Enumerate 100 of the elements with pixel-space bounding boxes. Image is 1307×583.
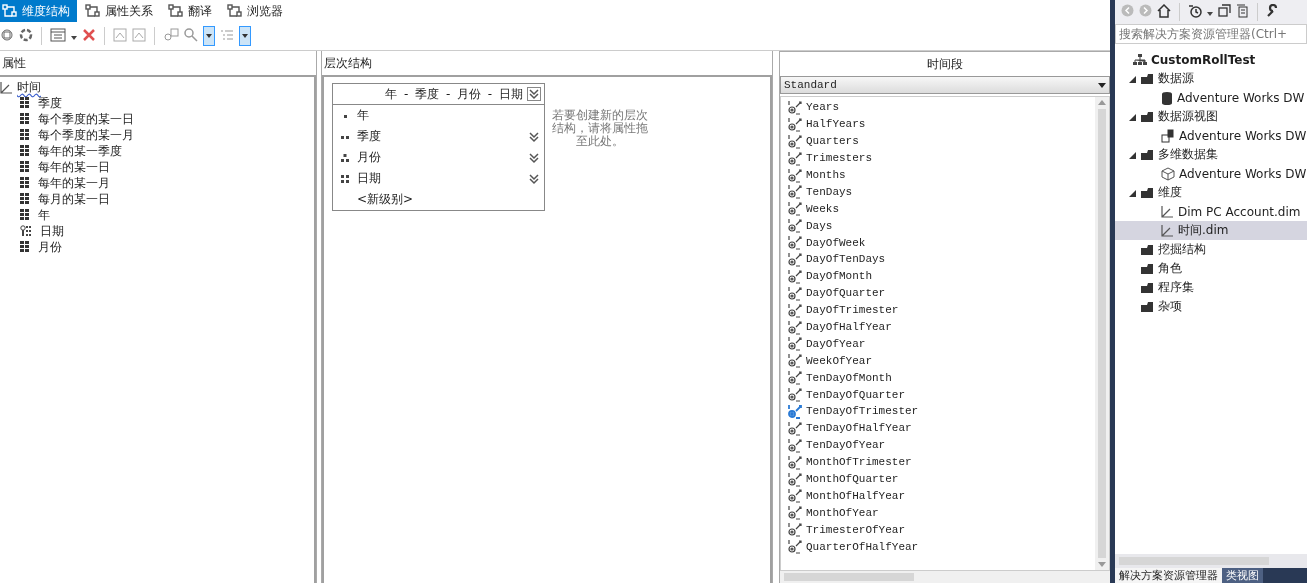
time-period-item[interactable]: TenDayOfMonth (787, 369, 1095, 387)
time-period-item[interactable]: MonthOfYear (787, 504, 1095, 522)
table-view-icon (1161, 128, 1175, 143)
expanded-arrow-icon[interactable] (1129, 113, 1136, 121)
dropdown-button[interactable] (203, 26, 215, 46)
time-period-item[interactable]: MonthOfHalfYear (787, 487, 1095, 505)
tree-item[interactable]: 时间.dim (1115, 221, 1307, 240)
attribute-item[interactable]: 每年的某一季度 (0, 143, 314, 159)
collapse-icon (1218, 4, 1231, 17)
tree-item[interactable]: Adventure Works DW (1115, 126, 1307, 145)
level-item[interactable]: 月份 (333, 147, 544, 168)
time-period-item[interactable]: Years (787, 99, 1095, 116)
folder-icon (1140, 281, 1154, 294)
caret-icon (1207, 12, 1213, 16)
time-period-item[interactable]: TenDayOfYear (787, 436, 1095, 454)
expanded-arrow-icon[interactable] (1129, 189, 1136, 197)
dropdown-button[interactable] (239, 26, 251, 46)
time-period-item[interactable]: QuarterOfHalfYear (787, 538, 1095, 556)
designer-tab[interactable]: 属性关系 (83, 0, 160, 22)
collapse-button[interactable] (527, 87, 541, 101)
zoom-icon (184, 27, 198, 42)
level-dots-icon (341, 174, 349, 183)
time-period-item[interactable]: TenDayOfQuarter (787, 386, 1095, 404)
dimension-icon (1161, 205, 1174, 218)
level-item[interactable]: 季度 (333, 126, 544, 147)
calendar-dropdown[interactable]: Standard (780, 76, 1110, 94)
find-icon (163, 27, 179, 42)
tree-item[interactable]: 多维数据集 (1115, 145, 1307, 164)
tree-item[interactable]: CustomRollTest (1115, 50, 1307, 69)
attribute-item[interactable]: 日期 (0, 223, 314, 239)
pane-title: 属性 (2, 54, 26, 72)
attribute-icon (20, 177, 30, 189)
time-period-item[interactable]: DayOfWeek (787, 234, 1095, 251)
time-period-item[interactable]: Quarters (787, 132, 1095, 150)
designer-tab[interactable]: 浏览器 (225, 0, 290, 22)
time-period-item[interactable]: TenDayOfTrimester (787, 403, 1095, 420)
time-period-item[interactable]: MonthOfQuarter (787, 470, 1095, 488)
tree-item[interactable]: Adventure Works DW (1115, 88, 1307, 107)
time-period-item[interactable]: Weeks (787, 200, 1095, 218)
time-period-item[interactable]: DayOfMonth (787, 267, 1095, 285)
tree-item[interactable]: 维度 (1115, 183, 1307, 202)
expanded-arrow-icon[interactable] (1129, 151, 1136, 159)
panel-tab[interactable]: 解决方案资源管理器 (1115, 568, 1222, 583)
double-chevron-icon (528, 130, 540, 143)
attribute-item[interactable]: 每年的某一月 (0, 175, 314, 191)
attribute-item[interactable]: 每个季度的某一月 (0, 127, 314, 143)
expanded-arrow-icon[interactable] (1129, 75, 1136, 83)
time-period-item[interactable]: DayOfTenDays (787, 251, 1095, 268)
attribute-item[interactable]: 年 (0, 207, 314, 223)
folder-icon (1140, 186, 1154, 199)
time-period-item[interactable]: WeekOfYear (787, 352, 1095, 370)
attribute-item[interactable]: 每个季度的某一日 (0, 111, 314, 127)
tree-item[interactable]: Dim PC Account.dim (1115, 202, 1307, 221)
tree-item[interactable]: 数据源 (1115, 69, 1307, 88)
search-field[interactable]: 搜索解决方案资源管理器(Ctrl+ (1115, 24, 1307, 44)
level-dots-icon (341, 153, 349, 162)
panel-tab[interactable]: 类视图 (1222, 568, 1263, 583)
horizontal-scrollbar[interactable] (780, 571, 1110, 583)
double-chevron-icon (528, 151, 540, 164)
tree-item[interactable]: 数据源视图 (1115, 107, 1307, 126)
attribute-item[interactable]: 月份 (0, 239, 314, 255)
new-level-item[interactable]: <新级别> (357, 191, 414, 208)
time-period-item[interactable]: Months (787, 166, 1095, 184)
attribute-item[interactable]: 每年的某一日 (0, 159, 314, 175)
diagram-icon (168, 4, 184, 18)
time-period-item[interactable]: DayOfQuarter (787, 284, 1095, 302)
time-period-item[interactable]: TrimesterOfYear (787, 521, 1095, 539)
time-period-item[interactable]: TenDays (787, 183, 1095, 201)
attribute-icon (20, 161, 30, 173)
attribute-item[interactable]: 每月的某一日 (0, 191, 314, 207)
level-item[interactable]: 年 (333, 105, 544, 126)
caret-icon (1098, 82, 1106, 88)
tree-item[interactable]: Adventure Works DW (1115, 164, 1307, 183)
attribute-icon (20, 209, 30, 221)
diagram-icon (2, 4, 18, 18)
folder-icon (1140, 72, 1154, 85)
attribute-icon (20, 97, 30, 109)
tree-item[interactable]: 角色 (1115, 259, 1307, 278)
time-period-item[interactable]: TenDayOfHalfYear (787, 419, 1095, 437)
attribute-item[interactable]: 季度 (0, 95, 314, 111)
hierarchy-card[interactable]: 年 - 季度 - 月份 - 日期 年 季度 月份 日期 <新级别> (332, 83, 545, 211)
tree-item[interactable]: 程序集 (1115, 278, 1307, 297)
tree-item[interactable]: 挖掘结构 (1115, 240, 1307, 259)
designer-tab[interactable]: 维度结构 (0, 0, 77, 22)
designer-tab[interactable]: 翻译 (166, 0, 219, 22)
time-period-item[interactable]: Days (787, 217, 1095, 235)
time-period-item[interactable]: DayOfTrimester (787, 301, 1095, 319)
time-period-item[interactable]: Trimesters (787, 149, 1095, 167)
attribute-icon (20, 145, 30, 157)
time-period-item[interactable]: HalfYears (787, 115, 1095, 133)
chevron-icon (528, 88, 540, 100)
level-item[interactable]: 日期 (333, 168, 544, 189)
time-period-item[interactable]: DayOfHalfYear (787, 318, 1095, 336)
tree-item[interactable]: 杂项 (1115, 297, 1307, 316)
time-period-item[interactable]: MonthOfTrimester (787, 453, 1095, 471)
pages-icon (1236, 3, 1249, 18)
double-chevron-icon (528, 172, 540, 185)
time-period-item[interactable]: DayOfYear (787, 335, 1095, 353)
horizontal-scrollbar[interactable] (1115, 554, 1307, 568)
dimension-name[interactable]: 时间 (17, 78, 41, 96)
